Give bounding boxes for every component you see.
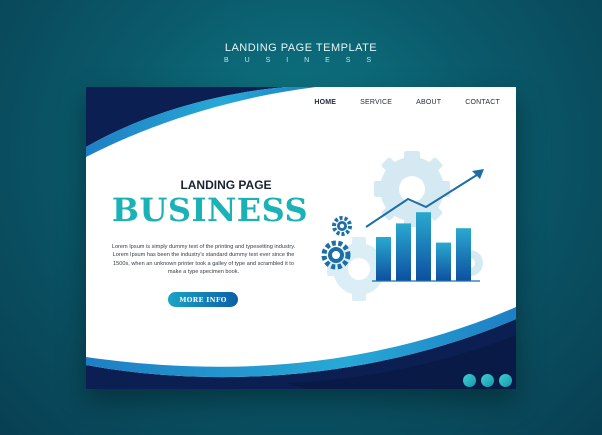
more-info-button[interactable]: MORE INFO	[168, 292, 238, 307]
gear-icon	[374, 151, 450, 227]
hero-title: BUSINESS	[111, 191, 309, 229]
business-illustration	[321, 151, 484, 301]
gear-icon	[332, 216, 352, 236]
pagination-dots	[463, 374, 512, 387]
chart-bar	[376, 237, 391, 281]
hero-body-text: Lorem Ipsum is simply dummy text of the …	[111, 244, 296, 276]
main-nav: HOME SERVICE ABOUT CONTACT	[314, 99, 500, 106]
nav-contact[interactable]: CONTACT	[465, 99, 500, 106]
hero-kicker: LANDING PAGE	[180, 178, 272, 192]
chart-bar	[416, 212, 431, 281]
pagination-dot[interactable]	[499, 374, 512, 387]
template-subtitle: B U S I N E S S	[223, 57, 378, 64]
bar-chart-icon	[376, 212, 471, 281]
pagination-dot[interactable]	[463, 374, 476, 387]
pagination-dot[interactable]	[481, 374, 494, 387]
nav-home[interactable]: HOME	[314, 99, 336, 106]
chart-bar	[456, 228, 471, 281]
template-title: LANDING PAGE TEMPLATE	[224, 42, 378, 54]
nav-service[interactable]: SERVICE	[360, 99, 392, 106]
chart-bar	[436, 242, 451, 281]
nav-about[interactable]: ABOUT	[416, 99, 441, 106]
chart-bar	[396, 223, 411, 281]
landing-page-card: HOME SERVICE ABOUT CONTACT LANDING PAGE …	[86, 87, 516, 389]
